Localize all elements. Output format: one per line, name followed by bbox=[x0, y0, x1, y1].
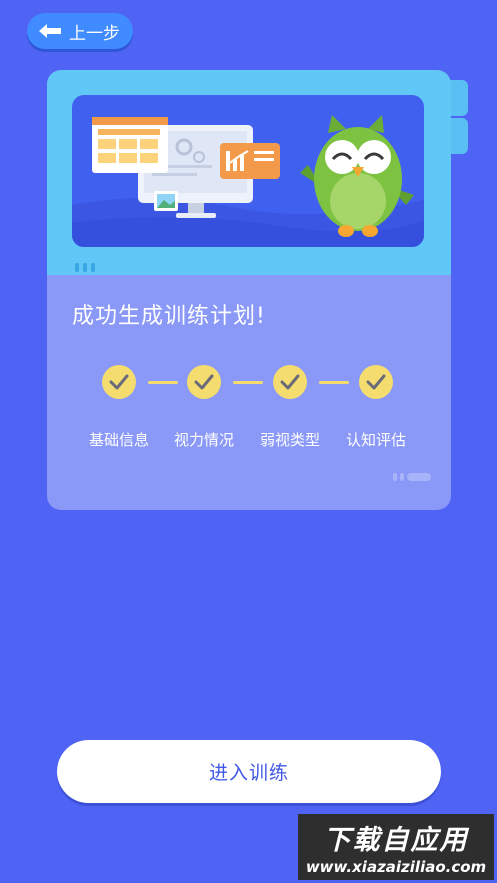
step-progress: 基础信息 视力情况 弱视类型 认知评估 bbox=[72, 365, 442, 449]
training-illustration bbox=[72, 115, 424, 247]
step-label-vision: 视力情况 bbox=[173, 431, 234, 449]
back-label: 上一步 bbox=[69, 23, 120, 44]
check-icon bbox=[366, 374, 386, 390]
back-button[interactable]: 上一步 bbox=[27, 13, 133, 49]
illustration-screen bbox=[72, 95, 424, 247]
arrow-left-icon bbox=[39, 24, 61, 38]
check-icon bbox=[280, 374, 300, 390]
plan-card: 成功生成训练计划! 基础信息 视力情况 弱视类型 认知评估 bbox=[47, 70, 451, 510]
frame-tab bbox=[450, 80, 468, 116]
step-check-2 bbox=[187, 365, 221, 399]
watermark: 下载自应用 www.xiazaiziliao.com bbox=[298, 814, 494, 880]
frame-vents bbox=[75, 263, 95, 272]
card-decoration bbox=[393, 473, 431, 481]
step-check-4 bbox=[359, 365, 393, 399]
step-connector bbox=[233, 381, 263, 384]
step-label-basic-info: 基础信息 bbox=[88, 431, 149, 449]
watermark-url: www.xiazaiziliao.com bbox=[305, 858, 487, 876]
watermark-brand: 下载自应用 bbox=[323, 825, 469, 856]
step-label-cognitive: 认知评估 bbox=[345, 431, 406, 449]
step-label-amblyopia-type: 弱视类型 bbox=[259, 431, 320, 449]
enter-training-button[interactable]: 进入训练 bbox=[57, 740, 441, 803]
frame-tab bbox=[450, 118, 468, 154]
check-icon bbox=[109, 374, 129, 390]
step-check-1 bbox=[102, 365, 136, 399]
step-connector bbox=[148, 381, 178, 384]
step-check-3 bbox=[273, 365, 307, 399]
check-icon bbox=[194, 374, 214, 390]
success-title: 成功生成训练计划! bbox=[72, 304, 266, 329]
step-connector bbox=[319, 381, 349, 384]
